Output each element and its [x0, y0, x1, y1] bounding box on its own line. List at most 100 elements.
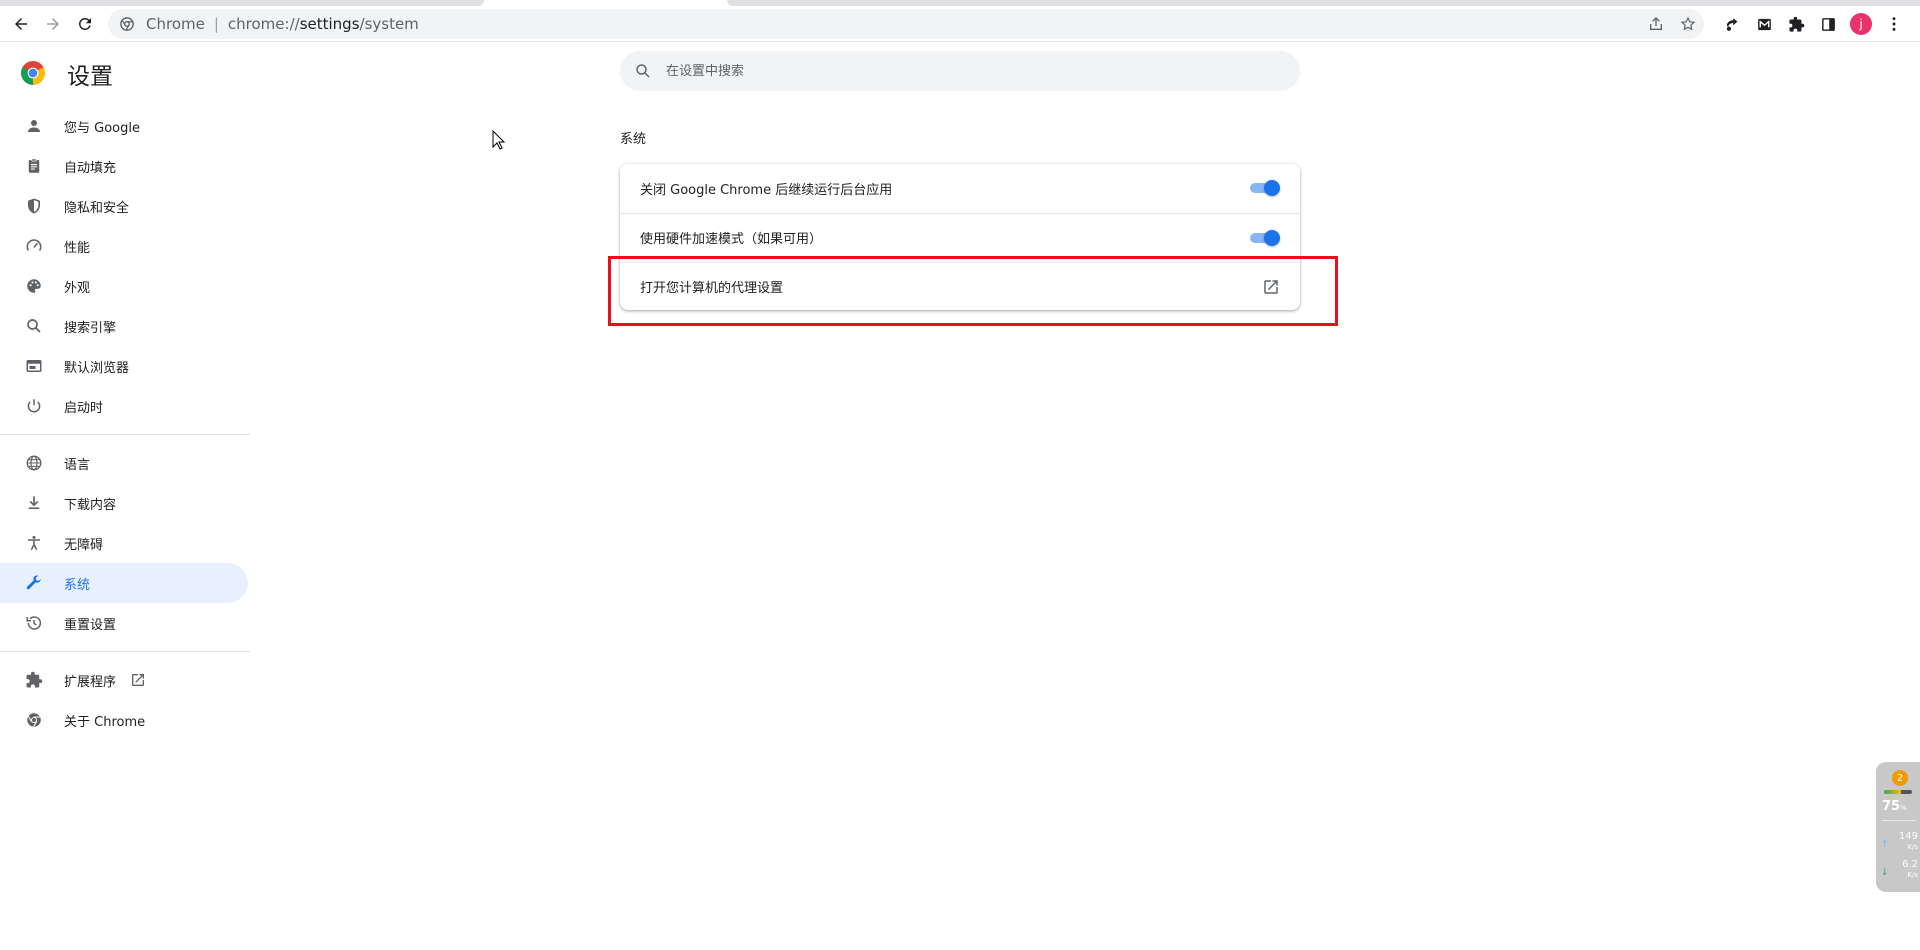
- sidebar-item-label: 性能: [64, 240, 91, 256]
- extension-m-button[interactable]: [1754, 12, 1774, 36]
- history-icon: [24, 613, 44, 633]
- reload-button[interactable]: [70, 9, 100, 39]
- sidebar-item-search-engine[interactable]: 搜索引擎: [0, 306, 248, 346]
- sidebar-item-label: 默认浏览器: [64, 360, 130, 376]
- widget-divider: [1882, 820, 1916, 821]
- sidebar-item-label: 搜索引擎: [64, 320, 117, 336]
- extension-sync-button[interactable]: [1722, 12, 1742, 36]
- sidebar-item-reset[interactable]: 重置设置: [0, 603, 248, 643]
- percent-unit: %: [1900, 804, 1907, 812]
- search-icon: [636, 64, 650, 78]
- sidebar-item-label: 无障碍: [64, 537, 104, 553]
- search-icon: [24, 316, 44, 336]
- annotation-highlight-box: [608, 256, 1338, 326]
- settings-search[interactable]: [620, 51, 1300, 91]
- browser-window-icon: [24, 356, 44, 376]
- sidebar-item-autofill[interactable]: 自动填充: [0, 146, 248, 186]
- upload-arrow-icon: ↑: [1881, 840, 1889, 850]
- url-host: settings: [299, 15, 360, 33]
- section-title: 系统: [620, 132, 647, 147]
- arrow-left-icon: [15, 18, 27, 30]
- sidebar-item-accessibility[interactable]: 无障碍: [0, 523, 248, 563]
- download-value: 6.2: [1902, 859, 1918, 870]
- chrome-icon: [24, 710, 44, 730]
- url-text: chrome://settings/system: [228, 15, 419, 33]
- power-icon: [24, 396, 44, 416]
- address-separator: |: [213, 15, 219, 33]
- back-button[interactable]: [6, 9, 36, 39]
- puzzle-icon: [1788, 16, 1804, 32]
- sidebar-item-privacy[interactable]: 隐私和安全: [0, 186, 248, 226]
- toggle-knob: [1264, 230, 1280, 246]
- sidebar-item-performance[interactable]: 性能: [0, 226, 248, 266]
- sidebar-item-label: 重置设置: [64, 617, 117, 633]
- url-path: /system: [359, 15, 419, 33]
- accessibility-icon: [24, 533, 44, 553]
- sidebar-item-you-and-google[interactable]: 您与 Google: [0, 106, 248, 146]
- sidebar-item-label: 扩展程序: [64, 674, 117, 690]
- toggle-knob: [1264, 180, 1280, 196]
- site-name: Chrome: [146, 15, 205, 33]
- kebab-menu-icon: [1892, 17, 1896, 31]
- percent-value: 75: [1882, 799, 1901, 814]
- sidebar-item-label: 您与 Google: [64, 120, 140, 136]
- sidebar-divider: [0, 434, 250, 435]
- chrome-logo-icon: [21, 61, 45, 85]
- setting-row-hardware-acceleration[interactable]: 使用硬件加速模式（如果可用）: [620, 213, 1300, 261]
- usage-bar: [1884, 790, 1912, 794]
- setting-label: 关闭 Google Chrome 后继续运行后台应用: [640, 182, 893, 198]
- search-input[interactable]: [666, 63, 1266, 79]
- sidebar-divider: [0, 651, 250, 652]
- sidebar-item-on-startup[interactable]: 启动时: [0, 386, 248, 426]
- reload-icon: [78, 17, 91, 30]
- extensions-button[interactable]: [1786, 12, 1806, 36]
- forward-button[interactable]: [38, 9, 68, 39]
- arrow-right-icon: [47, 18, 59, 30]
- url-scheme: chrome://: [227, 15, 300, 33]
- share-button[interactable]: [1646, 14, 1666, 34]
- sidebar-item-label: 语言: [64, 457, 91, 473]
- sidebar-item-default-browser[interactable]: 默认浏览器: [0, 346, 248, 386]
- notification-badge: 2: [1892, 770, 1908, 786]
- bookmark-star-button[interactable]: [1678, 14, 1698, 34]
- palette-icon: [24, 276, 44, 296]
- globe-icon: [24, 453, 44, 473]
- side-panel-button[interactable]: [1818, 12, 1838, 36]
- share-icon: [1650, 17, 1662, 30]
- sidebar-item-languages[interactable]: 语言: [0, 443, 248, 483]
- sidebar-item-label: 自动填充: [64, 160, 117, 176]
- sidebar-item-extensions[interactable]: 扩展程序: [0, 660, 248, 700]
- profile-avatar[interactable]: j: [1850, 13, 1872, 35]
- shield-icon: [24, 196, 44, 216]
- sidebar-item-downloads[interactable]: 下载内容: [0, 483, 248, 523]
- star-icon: [1680, 16, 1696, 31]
- hardware-acceleration-toggle[interactable]: [1248, 230, 1280, 246]
- sidebar-item-appearance[interactable]: 外观: [0, 266, 248, 306]
- setting-label: 使用硬件加速模式（如果可用）: [640, 232, 823, 247]
- sidebar-item-system[interactable]: 系统: [0, 563, 248, 603]
- sidebar-item-label: 下载内容: [64, 497, 117, 513]
- side-panel-icon: [1821, 17, 1835, 31]
- sidebar-item-about-chrome[interactable]: 关于 Chrome: [0, 700, 248, 740]
- wrench-icon: [24, 573, 44, 593]
- download-icon: [24, 493, 44, 513]
- sidebar-item-label: 外观: [64, 280, 91, 296]
- address-bar[interactable]: Chrome | chrome://settings/system: [108, 9, 1704, 39]
- sidebar-item-label: 隐私和安全: [64, 200, 130, 216]
- menu-button[interactable]: [1884, 12, 1904, 36]
- sidebar-item-label: 关于 Chrome: [64, 714, 146, 730]
- mouse-cursor-icon: [492, 130, 506, 150]
- settings-sidebar: 您与 Google 自动填充 隐私和安全 性能 外观 搜索引擎 默认浏览器 启动…: [0, 106, 250, 740]
- system-monitor-widget[interactable]: 2 75% 149 K/s 6.2 K/s ↑ ↓: [1876, 762, 1920, 892]
- clipboard-icon: [24, 156, 44, 176]
- setting-row-background-apps[interactable]: 关闭 Google Chrome 后继续运行后台应用: [620, 164, 1300, 212]
- person-icon: [24, 116, 44, 136]
- puzzle-icon: [24, 670, 44, 690]
- speedometer-icon: [24, 236, 44, 256]
- sidebar-item-label: 系统: [64, 577, 91, 593]
- page-title: 设置: [67, 64, 113, 90]
- m-extension-icon: [1757, 18, 1771, 30]
- upload-value: 149: [1898, 831, 1918, 842]
- sync-extension-icon: [1726, 17, 1737, 31]
- background-apps-toggle[interactable]: [1248, 180, 1280, 196]
